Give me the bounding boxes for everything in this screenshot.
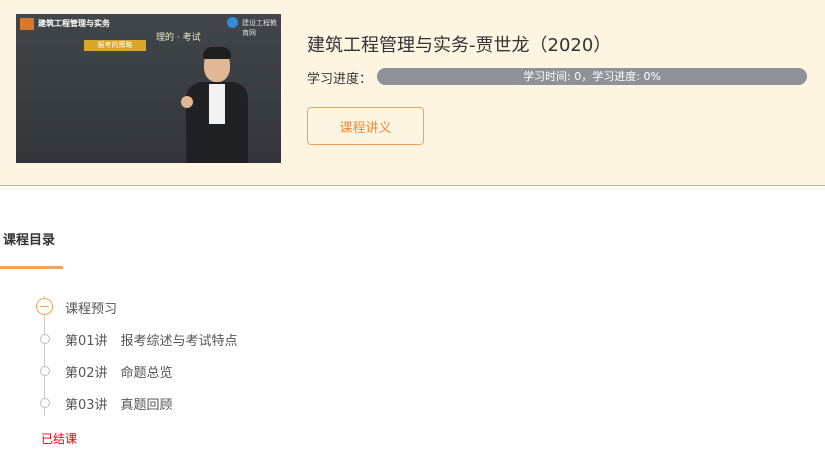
lesson-node-icon [40, 366, 50, 376]
progress-text: 学习时间: 0，学习进度: 0% [523, 70, 661, 83]
lecturer-hand [181, 96, 193, 108]
catalog-title: 课程目录 [3, 233, 56, 248]
course-title: 建筑工程管理与实务-贾世龙（2020） [307, 35, 612, 56]
lesson-item[interactable]: 第03讲 真题回顾 [65, 394, 173, 413]
thumbnail-brand-text: 建设工程教育网 [242, 19, 277, 37]
lesson-item[interactable]: 第02讲 命题总览 [65, 362, 173, 381]
lecture-notes-button[interactable]: 课程讲义 [307, 107, 424, 145]
progress-bar: 学习时间: 0，学习进度: 0% [377, 68, 807, 85]
collapse-minus-icon[interactable] [36, 298, 53, 315]
course-header: 建筑工程管理与实务 建设工程教育网 报考的策略 理的 · 考试 建筑工程管理与实… [0, 0, 825, 186]
catalog-group-label[interactable]: 课程预习 [65, 298, 117, 317]
lecturer-hair [203, 47, 231, 59]
lecturer-shirt [209, 84, 225, 124]
lesson-node-icon [40, 398, 50, 408]
course-status: 已结课 [41, 432, 78, 446]
lesson-item[interactable]: 第01讲 报考综述与考试特点 [65, 330, 238, 349]
board-chalk-text: 理的 · 考试 [156, 33, 201, 43]
course-logo-icon [20, 18, 34, 30]
course-video-thumbnail[interactable]: 建筑工程管理与实务 建设工程教育网 报考的策略 理的 · 考试 [16, 14, 281, 163]
lesson-node-icon [40, 334, 50, 344]
board-chip: 报考的策略 [84, 40, 146, 51]
catalog-tab-underline [0, 266, 63, 269]
progress-label: 学习进度： [307, 72, 373, 87]
thumbnail-logo-text: 建筑工程管理与实务 [38, 19, 110, 28]
brand-logo-icon [227, 17, 238, 28]
